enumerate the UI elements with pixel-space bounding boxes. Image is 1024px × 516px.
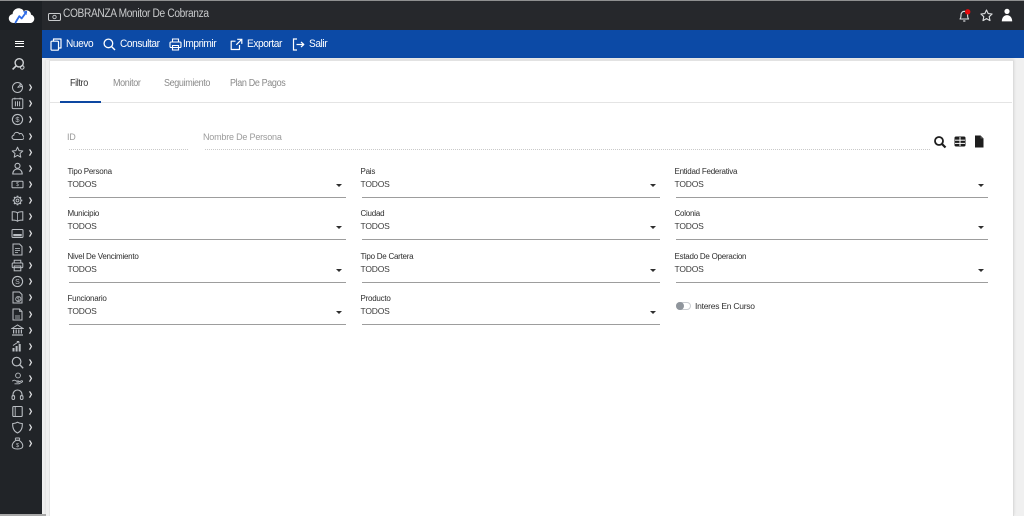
svg-text:$: $ — [17, 297, 20, 303]
svg-text:S: S — [15, 279, 20, 286]
svg-text:$: $ — [15, 115, 20, 124]
svg-text:$: $ — [16, 443, 19, 449]
svg-text:$: $ — [16, 182, 19, 188]
